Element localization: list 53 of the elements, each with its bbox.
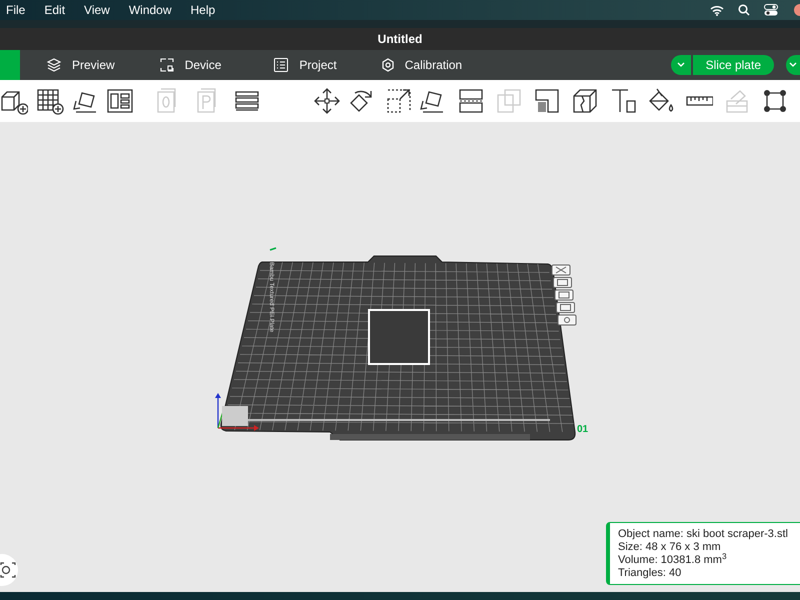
move-arrows-icon (313, 87, 341, 115)
axis-marker-icon (270, 247, 276, 251)
plate-number: 01 (577, 424, 588, 435)
gear-icon (380, 58, 395, 72)
print-options-button[interactable] (786, 55, 800, 75)
menu-item[interactable]: File (6, 1, 26, 19)
cut-corner-icon (533, 87, 561, 115)
window-title: Untitled (378, 31, 422, 48)
device-icon (158, 57, 175, 73)
tab[interactable]: Calibration (380, 50, 462, 80)
frame-corners-icon (761, 87, 789, 115)
object-outline[interactable] (368, 309, 430, 365)
caret-icon (789, 62, 797, 68)
split-tool-button[interactable] (457, 87, 485, 115)
tab[interactable]: Project (273, 50, 337, 80)
arrange-layout-tool-button[interactable] (106, 87, 134, 115)
wifi-icon[interactable] (710, 4, 724, 16)
caret-icon (676, 62, 685, 68)
split-icon (457, 87, 485, 115)
menu-item[interactable]: View (84, 1, 110, 19)
object-info-text: Size: 48 x 76 x 3 mm (618, 541, 722, 554)
tab[interactable]: Device (158, 50, 222, 80)
layers-icon (46, 57, 62, 73)
text-tool-button[interactable] (609, 87, 637, 115)
user-avatar-icon[interactable] (792, 4, 800, 16)
grid-plus-icon (36, 87, 64, 115)
object-info-text: Object name: ski boot scraper-3.stl (618, 528, 789, 541)
move-arrows-tool-button[interactable] (313, 87, 341, 115)
object-info-text: Triangles: 40 (618, 567, 682, 580)
menu-item[interactable]: Window (128, 1, 172, 19)
menu-item[interactable]: Edit (44, 1, 66, 19)
slice-options-button[interactable] (670, 55, 691, 75)
grid-plus-tool-button[interactable] (36, 87, 64, 115)
menu-item[interactable]: Help (190, 1, 216, 19)
plate-close-icon[interactable] (552, 264, 570, 276)
scale-tool-button[interactable] (385, 87, 413, 115)
list-icon (273, 57, 290, 73)
control-center-icon[interactable] (764, 4, 778, 16)
overlap-squares-icon (495, 87, 523, 115)
scale-icon (385, 87, 413, 115)
search-icon[interactable] (738, 4, 750, 16)
object-info-text: Volume: 10381.8 mm$^{3}$ (618, 554, 728, 567)
plate-settings-icon[interactable] (558, 314, 576, 326)
frame-corners-tool-button[interactable] (761, 87, 789, 115)
axes-icon (215, 393, 259, 431)
arrange-layout-icon (106, 87, 134, 115)
cracked-cube-tool-button[interactable] (571, 87, 599, 115)
camera-view-icon (0, 562, 16, 578)
origin-grid-patch (222, 406, 248, 426)
cut-corner-tool-button[interactable] (533, 87, 561, 115)
tab[interactable]: Preview (46, 50, 115, 80)
text-icon (609, 87, 637, 115)
cracked-cube-icon (571, 87, 599, 115)
